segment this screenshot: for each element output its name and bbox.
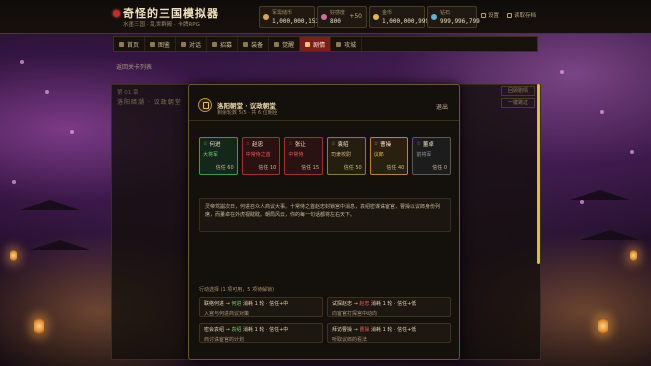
castle-icon — [336, 41, 342, 47]
scrollbar[interactable] — [537, 84, 540, 264]
modal-header: 洛阳朝堂 · 议政朝堂 剩余轮数 5/5 · 共 6 位朝臣 退出 — [189, 85, 459, 121]
pagoda-roof — [580, 230, 640, 240]
petal-decoration — [12, 180, 16, 184]
tab-equipment[interactable]: 装备 — [238, 37, 270, 51]
pagoda-roof — [570, 190, 630, 200]
tab-dialogue[interactable]: 对话 — [176, 37, 208, 51]
folder-icon — [507, 12, 512, 18]
episode-title: 洛阳暗潮 · 议政朝堂 — [117, 99, 182, 106]
load-archive-button[interactable]: 读取存档 — [507, 11, 536, 19]
petal-decoration — [630, 150, 634, 154]
stat-affection: 好感度 800 +50 — [317, 6, 367, 28]
minister-card[interactable]: ☆ 董卓 前将军 信任 0 — [412, 137, 452, 175]
stat-diamond: 钻石 999,996,799 — [427, 6, 480, 28]
actions-title: 行动选择 (1 项可用，5 项待解锁) — [199, 287, 275, 293]
exit-button[interactable]: 退出 — [436, 102, 448, 111]
minister-card[interactable]: ☆ 张让 中常侍 信任 15 — [284, 137, 324, 175]
diamond-icon — [431, 14, 437, 20]
petal-decoration — [600, 110, 604, 114]
heart-icon — [321, 14, 327, 20]
modal-subtitle: 剩余轮数 5/5 · 共 6 位朝臣 — [217, 110, 278, 116]
star-icon: ☆ — [331, 141, 336, 147]
minister-card[interactable]: ☆ 袁绍 司隶校尉 信任 50 — [327, 137, 366, 175]
book-icon — [150, 41, 156, 47]
settings-button[interactable]: 设置 — [481, 11, 499, 19]
court-modal: 洛阳朝堂 · 议政朝堂 剩余轮数 5/5 · 共 6 位朝臣 退出 ☆ 何进 大将… — [188, 84, 460, 360]
lantern-decoration — [598, 318, 608, 334]
tab-awaken[interactable]: 觉醒 — [269, 37, 301, 51]
top-header: 奇怪的三国模拟器 水墨三国 · 乱世群殿 · 卡牌RPG 军需储币 1,000,… — [0, 0, 651, 34]
lantern-decoration — [34, 318, 44, 334]
pagoda-roof — [30, 240, 90, 250]
equip-icon — [243, 41, 249, 47]
minister-list: ☆ 何进 大将军 信任 60 ☆ 赵忠 中常侍之首 信任 10 ☆ 张让 中常侍 信任… — [199, 137, 452, 175]
affection-plus[interactable]: +50 — [349, 13, 362, 20]
minister-card[interactable]: ☆ 曹操 议郎 信任 40 — [369, 137, 409, 175]
episode-number: 第 01 章 — [117, 90, 139, 96]
tab-codex[interactable]: 图鉴 — [145, 37, 177, 51]
action-option[interactable]: 拜访曹操 → 曹操 消耗 1 轮 · 信任+低 听取议郎的看法 — [327, 323, 451, 343]
gold-coin-icon — [373, 14, 379, 20]
petal-decoration — [20, 60, 24, 64]
minister-card[interactable]: ☆ 何进 大将军 信任 60 — [199, 137, 238, 175]
scroll-icon — [305, 41, 311, 47]
gear-icon — [481, 12, 486, 18]
star-icon: ☆ — [373, 141, 379, 147]
main-nav: 首页 图鉴 对话 招募 装备 觉醒 剧情 攻城 — [113, 36, 538, 52]
star-icon: ☆ — [203, 141, 208, 147]
minister-card[interactable]: ☆ 赵忠 中常侍之首 信任 10 — [241, 137, 281, 175]
skip-button[interactable]: 一键跳过 — [501, 98, 535, 108]
petal-decoration — [45, 90, 49, 94]
tab-siege[interactable]: 攻城 — [331, 37, 363, 51]
action-option[interactable]: 试探赵忠 → 赵忠 消耗 1 轮 · 信任+低 向宦官打探宫中动向 — [327, 297, 451, 317]
stat-military-currency: 军需储币 1,000,000,153 — [259, 6, 319, 28]
lantern-decoration — [630, 250, 637, 261]
action-option[interactable]: 联络何进 → 何进 消耗 1 轮 · 信任+中 入宫与何进商议对策 — [199, 297, 323, 317]
military-coin-icon — [263, 14, 269, 20]
petal-decoration — [560, 70, 564, 74]
logo-icon — [113, 10, 120, 17]
pagoda-roof — [20, 200, 80, 210]
chat-icon — [181, 41, 187, 47]
app-subtitle: 水墨三国 · 乱世群殿 · 卡牌RPG — [123, 22, 200, 28]
star-icon — [274, 41, 280, 47]
star-icon: ☆ — [288, 141, 293, 147]
action-option[interactable]: 密会袁绍 → 袁绍 消耗 1 轮 · 信任+中 商讨诛宦官的计划 — [199, 323, 323, 343]
lantern-decoration — [10, 250, 17, 261]
tab-home[interactable]: 首页 — [114, 37, 146, 51]
petal-decoration — [580, 200, 584, 204]
recruit-icon — [212, 41, 218, 47]
back-to-levels-link[interactable]: 返回关卡列表 — [116, 62, 152, 71]
star-icon: ☆ — [245, 141, 251, 147]
home-icon — [119, 41, 124, 47]
app-title: 奇怪的三国模拟器 — [123, 7, 219, 20]
stat-gold: 金币 1,000,000,999 — [369, 6, 429, 28]
star-icon: ☆ — [416, 141, 421, 147]
court-icon — [198, 98, 212, 112]
story-text: 灵帝驾崩次日，何进召众人商议大事。十常侍之首赵忠封锁宫中消息，袁绍密谋诛宦官，曹… — [199, 198, 451, 232]
tab-story[interactable]: 剧情 — [300, 37, 332, 51]
petal-decoration — [70, 130, 74, 134]
history-button[interactable]: 回顾剧情 — [501, 86, 535, 96]
tab-recruit[interactable]: 招募 — [207, 37, 239, 51]
